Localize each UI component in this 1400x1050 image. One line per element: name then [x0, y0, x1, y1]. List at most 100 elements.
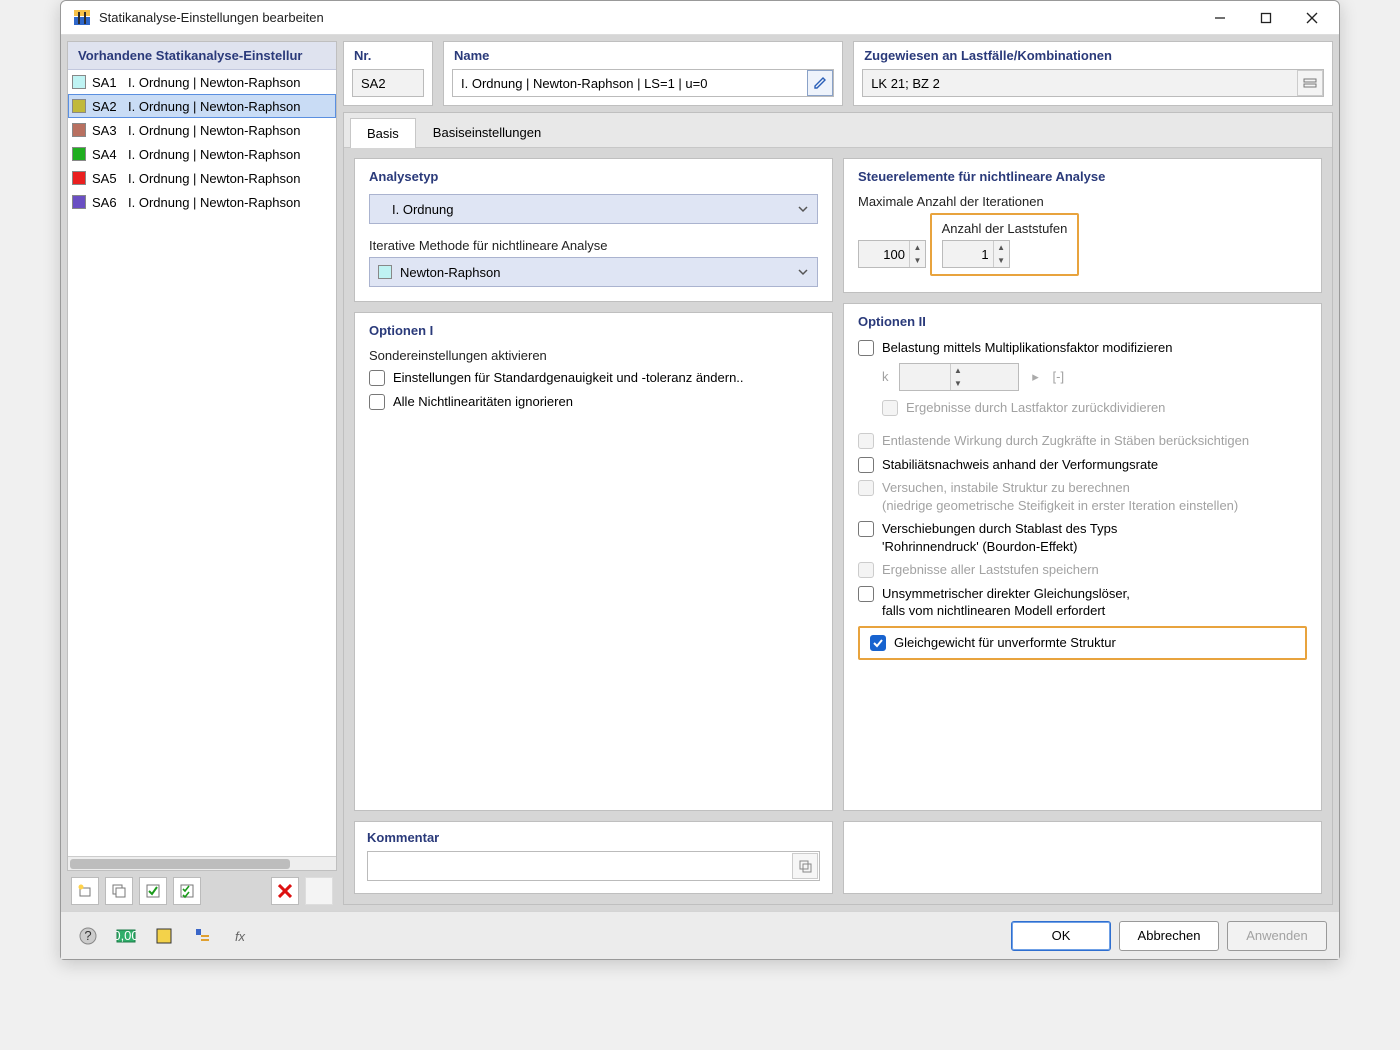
delete-item-button[interactable] — [271, 877, 299, 905]
nr-field[interactable]: SA2 — [352, 69, 424, 97]
bourdon-checkbox[interactable] — [858, 521, 874, 537]
item-code: SA3 — [92, 123, 122, 138]
stability-checkbox[interactable] — [858, 457, 874, 473]
k-expand-icon: ▸ — [1029, 364, 1043, 390]
color-swatch — [72, 195, 86, 209]
new-item-button[interactable] — [71, 877, 99, 905]
blank-button[interactable] — [305, 877, 333, 905]
title-bar: Statikanalyse-Einstellungen bearbeiten — [61, 1, 1339, 35]
item-code: SA2 — [92, 99, 122, 114]
svg-text:0,00: 0,00 — [116, 928, 136, 943]
k-spinner: ▲▼ — [899, 363, 1019, 391]
chevron-down-icon — [797, 266, 809, 281]
tab-basis[interactable]: Basis — [350, 118, 416, 148]
spin-down-icon[interactable]: ▼ — [994, 254, 1009, 267]
main-panel: Basis Basiseinstellungen Analysetyp I. O… — [343, 112, 1333, 905]
units-button[interactable]: 0,00 — [111, 921, 141, 951]
window-title: Statikanalyse-Einstellungen bearbeiten — [99, 10, 1197, 25]
assigned-details-button[interactable] — [1297, 70, 1323, 96]
name-panel: Name I. Ordnung | Newton-Raphson | LS=1 … — [443, 41, 843, 106]
unsym-label: Unsymmetrischer direkter Gleichungslöser… — [882, 585, 1130, 620]
cancel-button[interactable]: Abbrechen — [1119, 921, 1219, 951]
horizontal-scrollbar[interactable] — [68, 856, 336, 870]
list-item[interactable]: SA5I. Ordnung | Newton-Raphson — [68, 166, 336, 190]
list-item[interactable]: SA4I. Ordnung | Newton-Raphson — [68, 142, 336, 166]
item-code: SA1 — [92, 75, 122, 90]
loadsteps-spinner[interactable]: ▲▼ — [942, 240, 1010, 268]
name-field[interactable]: I. Ordnung | Newton-Raphson | LS=1 | u=0 — [452, 69, 834, 97]
relief-label: Entlastende Wirkung durch Zugkräfte in S… — [882, 432, 1249, 450]
tab-bar: Basis Basiseinstellungen — [344, 113, 1332, 148]
ok-button[interactable]: OK — [1011, 921, 1111, 951]
spin-down-icon[interactable]: ▼ — [910, 254, 925, 267]
tab-basiseinstellungen[interactable]: Basiseinstellungen — [416, 117, 558, 147]
close-button[interactable] — [1289, 3, 1335, 33]
ignore-nonlinearities-label: Alle Nichtlinearitäten ignorieren — [393, 393, 573, 411]
saveall-checkbox — [858, 562, 874, 578]
existing-settings-header: Vorhandene Statikanalyse-Einstellur — [68, 42, 336, 70]
comment-library-button[interactable] — [792, 853, 818, 879]
steuerelemente-section: Steuerelemente für nichtlineare Analyse … — [843, 158, 1322, 293]
unstable-label: Versuchen, instabile Struktur zu berechn… — [882, 479, 1238, 514]
help-button[interactable]: ? — [73, 921, 103, 951]
edit-name-button[interactable] — [807, 70, 833, 96]
accuracy-label: Einstellungen für Standardgenauigkeit un… — [393, 369, 744, 387]
ignore-nonlinearities-checkbox[interactable] — [369, 394, 385, 410]
fx-button[interactable]: fx — [225, 921, 255, 951]
multfactor-checkbox[interactable] — [858, 340, 874, 356]
spin-up-icon: ▲ — [951, 364, 966, 377]
stability-label: Stabiliätsnachweis anhand der Verformung… — [882, 456, 1158, 474]
spin-up-icon[interactable]: ▲ — [910, 241, 925, 254]
dialog-window: Statikanalyse-Einstellungen bearbeiten V… — [60, 0, 1340, 960]
item-label: I. Ordnung | Newton-Raphson — [128, 195, 300, 210]
spin-up-icon[interactable]: ▲ — [994, 241, 1009, 254]
assigned-label: Zugewiesen an Lastfälle/Kombinationen — [854, 42, 1332, 69]
list-item[interactable]: SA6I. Ordnung | Newton-Raphson — [68, 190, 336, 214]
list-item[interactable]: SA3I. Ordnung | Newton-Raphson — [68, 118, 336, 142]
structure-button[interactable] — [187, 921, 217, 951]
checklist-b-button[interactable] — [173, 877, 201, 905]
list-item[interactable]: SA1I. Ordnung | Newton-Raphson — [68, 70, 336, 94]
max-iter-input[interactable] — [859, 241, 909, 267]
max-iter-spinner[interactable]: ▲▼ — [858, 240, 926, 268]
analysetyp-section: Analysetyp I. Ordnung Iterative Methode … — [354, 158, 833, 302]
loadsteps-label: Anzahl der Laststufen — [942, 221, 1068, 236]
equilibrium-checkbox[interactable] — [870, 635, 886, 651]
color-button[interactable] — [149, 921, 179, 951]
app-icon — [71, 7, 93, 29]
optionen1-section: Optionen I Sondereinstellungen aktiviere… — [354, 312, 833, 811]
optionen2-header: Optionen II — [858, 314, 1307, 329]
color-swatch — [72, 147, 86, 161]
saveall-label: Ergebnisse aller Laststufen speichern — [882, 561, 1099, 579]
accuracy-checkbox[interactable] — [369, 370, 385, 386]
copy-item-button[interactable] — [105, 877, 133, 905]
relief-checkbox — [858, 433, 874, 449]
unsym-checkbox[interactable] — [858, 586, 874, 602]
maximize-button[interactable] — [1243, 3, 1289, 33]
method-swatch — [378, 265, 392, 279]
method-select[interactable]: Newton-Raphson — [369, 257, 818, 287]
analysetyp-header: Analysetyp — [369, 169, 818, 184]
order-select[interactable]: I. Ordnung — [369, 194, 818, 224]
loadsteps-input[interactable] — [943, 241, 993, 267]
divide-label: Ergebnisse durch Lastfaktor zurückdividi… — [906, 399, 1165, 417]
nr-label: Nr. — [344, 42, 432, 69]
svg-text:fx: fx — [235, 929, 246, 944]
list-item[interactable]: SA2I. Ordnung | Newton-Raphson — [68, 94, 336, 118]
k-label: k — [882, 369, 889, 384]
bourdon-label: Verschiebungen durch Stablast des Typs '… — [882, 520, 1117, 555]
k-unit: [-] — [1053, 369, 1065, 384]
checklist-a-button[interactable] — [139, 877, 167, 905]
assigned-panel: Zugewiesen an Lastfälle/Kombinationen LK… — [853, 41, 1333, 106]
apply-button[interactable]: Anwenden — [1227, 921, 1327, 951]
minimize-button[interactable] — [1197, 3, 1243, 33]
steuerelemente-header: Steuerelemente für nichtlineare Analyse — [858, 169, 1307, 184]
color-swatch — [72, 171, 86, 185]
comment-input[interactable] — [367, 851, 820, 881]
assigned-field[interactable]: LK 21; BZ 2 — [862, 69, 1324, 97]
activate-special-label: Sondereinstellungen aktivieren — [369, 348, 818, 363]
unstable-checkbox — [858, 480, 874, 496]
max-iter-label: Maximale Anzahl der Iterationen — [858, 194, 1307, 209]
divide-checkbox — [882, 400, 898, 416]
settings-list[interactable]: SA1I. Ordnung | Newton-RaphsonSA2I. Ordn… — [68, 70, 336, 856]
